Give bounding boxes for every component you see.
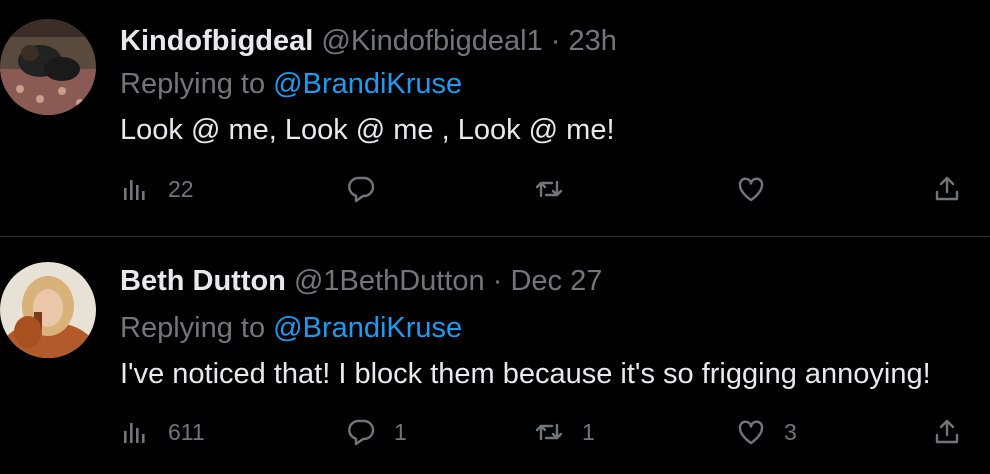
tweet[interactable]: Beth Dutton @1BethDutton · Dec 27 Replyi… [0,237,990,474]
avatar[interactable] [0,19,96,115]
retweet-button[interactable]: 1 [534,417,595,447]
like-button[interactable] [736,174,784,204]
like-count: 3 [784,418,797,445]
reply-button[interactable] [346,174,394,204]
replying-to: Replying to @BrandiKruse [120,68,462,101]
views-button[interactable]: 611 [120,417,205,447]
analytics-icon [120,174,150,204]
replying-to: Replying to @BrandiKruse [120,312,462,345]
views-button[interactable]: 22 [120,174,194,204]
like-icon [736,174,766,204]
retweet-icon [534,417,564,447]
tweet-header: Beth Dutton @1BethDutton · Dec 27 [120,265,602,298]
share-button[interactable] [932,174,962,204]
timestamp[interactable]: 23h [569,25,617,57]
replying-prefix: Replying to [120,312,266,344]
tweet[interactable]: Kindofbigdeal @Kindofbigdeal1 · 23h Repl… [0,0,990,236]
display-name[interactable]: Beth Dutton [120,265,286,297]
tweet-text: I've noticed that! I block them because … [120,358,931,390]
reply-icon [346,174,376,204]
retweet-icon [534,174,564,204]
action-bar: 22 [120,174,970,214]
reply-count: 1 [394,418,407,445]
share-icon [932,174,962,204]
views-count: 22 [168,175,194,202]
handle[interactable]: @Kindofbigdeal1 [321,25,542,57]
retweet-count: 1 [582,418,595,445]
like-icon [736,417,766,447]
share-button[interactable] [932,417,962,447]
analytics-icon [120,417,150,447]
avatar[interactable] [0,262,96,358]
handle[interactable]: @1BethDutton [294,265,485,297]
share-icon [932,417,962,447]
views-count: 611 [168,418,205,445]
reply-icon [346,417,376,447]
tweet-header: Kindofbigdeal @Kindofbigdeal1 · 23h [120,25,617,58]
display-name[interactable]: Kindofbigdeal [120,25,313,57]
timestamp[interactable]: Dec 27 [510,265,602,297]
tweet-text: Look @ me, Look @ me , Look @ me! [120,114,615,146]
replying-prefix: Replying to [120,68,266,100]
separator: · [550,25,561,57]
retweet-button[interactable] [534,174,582,204]
action-bar: 611 1 1 3 [120,417,970,457]
mention-link[interactable]: @BrandiKruse [273,68,462,100]
mention-link[interactable]: @BrandiKruse [273,312,462,344]
like-button[interactable]: 3 [736,417,797,447]
separator: · [492,265,503,297]
reply-button[interactable]: 1 [346,417,407,447]
